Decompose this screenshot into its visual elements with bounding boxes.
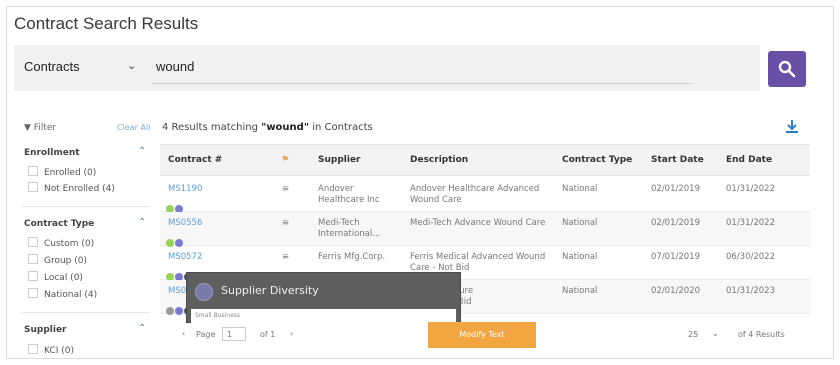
chevron-up-icon[interactable]: ⌃ <box>138 323 146 334</box>
start-date-cell: 02/01/2020 <box>651 286 700 296</box>
enrollment-heading: Enrollment <box>24 148 80 158</box>
col-contract-type[interactable]: Contract Type <box>562 155 632 165</box>
filter-option-custom[interactable]: Custom (0) <box>28 237 94 249</box>
filter-option-national[interactable]: National (4) <box>28 288 97 300</box>
end-date-cell: 06/30/2022 <box>726 252 775 262</box>
contract-number-link[interactable]: MS0572 <box>168 252 202 263</box>
filter-option-local[interactable]: Local (0) <box>28 271 83 283</box>
contract-number-link[interactable]: MS1190 <box>168 184 202 195</box>
results-summary: of 4 Results <box>738 330 785 339</box>
supplier-cell: Andover Healthcare Inc <box>318 184 380 205</box>
page-total: of 1 <box>260 330 276 339</box>
search-bar: Contracts ⌄ wound <box>14 45 760 91</box>
col-end-date[interactable]: End Date <box>726 155 772 165</box>
filter-option-kci[interactable]: KCI (0) <box>28 344 74 356</box>
status-dot-icon <box>166 307 174 315</box>
status-dot-icon <box>175 307 183 315</box>
description-cell: Medi-Tech Advance Wound Care <box>410 218 546 228</box>
chevron-up-icon[interactable]: ⌃ <box>138 217 146 228</box>
checkbox[interactable] <box>28 344 38 354</box>
chevron-down-icon[interactable]: ⌄ <box>127 59 136 72</box>
col-description[interactable]: Description <box>410 155 468 165</box>
description-cell: Ferris Medical Advanced Wound Care - Not… <box>410 252 546 273</box>
search-input[interactable]: wound <box>156 59 194 74</box>
start-date-cell: 02/01/2019 <box>651 184 700 194</box>
col-start-date[interactable]: Start Date <box>651 155 704 165</box>
divider <box>22 312 150 313</box>
checkbox[interactable] <box>28 271 38 281</box>
result-count: 4 Results matching "wound" in Contracts <box>162 122 373 133</box>
modify-text-button[interactable]: Modify Text <box>428 322 536 348</box>
supplier-diversity-tooltip: Supplier Diversity Small Business <box>186 272 461 323</box>
contract-type-cell: National <box>562 252 598 262</box>
contract-type-cell: National <box>562 184 598 194</box>
page-title: Contract Search Results <box>14 14 199 33</box>
filter-label: ▼ Filter <box>24 123 57 133</box>
download-icon[interactable] <box>784 118 800 138</box>
chevron-up-icon[interactable]: ⌃ <box>138 146 146 157</box>
supplier-cell: Medi-Tech International... <box>318 218 381 239</box>
col-contract-number[interactable]: Contract # <box>168 155 222 165</box>
clear-all-link[interactable]: Clear All <box>117 123 150 132</box>
checkbox[interactable] <box>28 237 38 247</box>
description-cell: Andover Healthcare Advanced Wound Care <box>410 184 540 205</box>
row-menu-icon[interactable]: ≡ <box>282 184 289 195</box>
filter-option-not-enrolled[interactable]: Not Enrolled (4) <box>28 182 115 194</box>
per-page-select[interactable]: 25 <box>688 330 698 339</box>
checkbox[interactable] <box>28 288 38 298</box>
table-row[interactable]: MS1190 Andover Healthcare Inc Andover Heal… <box>160 178 810 213</box>
end-date-cell: 01/31/2022 <box>726 218 775 228</box>
prev-page-icon[interactable]: ‹ <box>182 329 185 338</box>
next-page-icon[interactable]: › <box>290 329 293 338</box>
contract-type-cell: National <box>562 218 598 228</box>
chevron-down-icon[interactable]: ⌄ <box>712 329 719 338</box>
row-menu-icon[interactable]: ≡ <box>282 218 289 229</box>
supplier-diversity-icon <box>195 283 213 301</box>
page-label: Page <box>196 330 216 339</box>
search-input-underline <box>152 83 692 84</box>
contract-type-cell: National <box>562 286 598 296</box>
filter-option-enrolled[interactable]: Enrolled (0) <box>28 166 96 178</box>
checkbox[interactable] <box>28 254 38 264</box>
filter-icon: ▼ <box>24 123 31 133</box>
end-date-cell: 01/31/2023 <box>726 286 775 296</box>
pagination-bar: ‹ Page 1 of 1 › Modify Text 25 ⌄ of 4 Re… <box>160 322 810 348</box>
col-supplier[interactable]: Supplier <box>318 155 361 165</box>
page-number-input[interactable]: 1 <box>222 327 246 341</box>
tooltip-subtext: Small Business <box>191 309 456 323</box>
row-menu-icon[interactable]: ≡ <box>282 252 289 263</box>
divider <box>22 206 150 207</box>
start-date-cell: 07/01/2019 <box>651 252 700 262</box>
table-header: Contract # ⚑ Supplier Description Contra… <box>160 144 810 176</box>
table-row[interactable]: MS0556 Medi-Tech International... Medi-Tec… <box>160 212 810 247</box>
tooltip-title: Supplier Diversity <box>221 284 319 297</box>
checkbox[interactable] <box>28 182 38 192</box>
search-icon <box>778 60 796 78</box>
search-scope-select[interactable]: Contracts <box>24 59 80 74</box>
start-date-cell: 02/01/2019 <box>651 218 700 228</box>
end-date-cell: 01/31/2022 <box>726 184 775 194</box>
checkbox[interactable] <box>28 166 38 176</box>
contract-type-heading: Contract Type <box>24 219 95 229</box>
filter-option-group[interactable]: Group (0) <box>28 254 87 266</box>
contract-number-link[interactable]: MS0556 <box>168 218 202 229</box>
supplier-cell: Ferris Mfg.Corp. <box>318 252 386 262</box>
search-button[interactable] <box>768 51 806 87</box>
flag-icon: ⚑ <box>281 155 290 165</box>
supplier-heading: Supplier <box>24 325 67 335</box>
